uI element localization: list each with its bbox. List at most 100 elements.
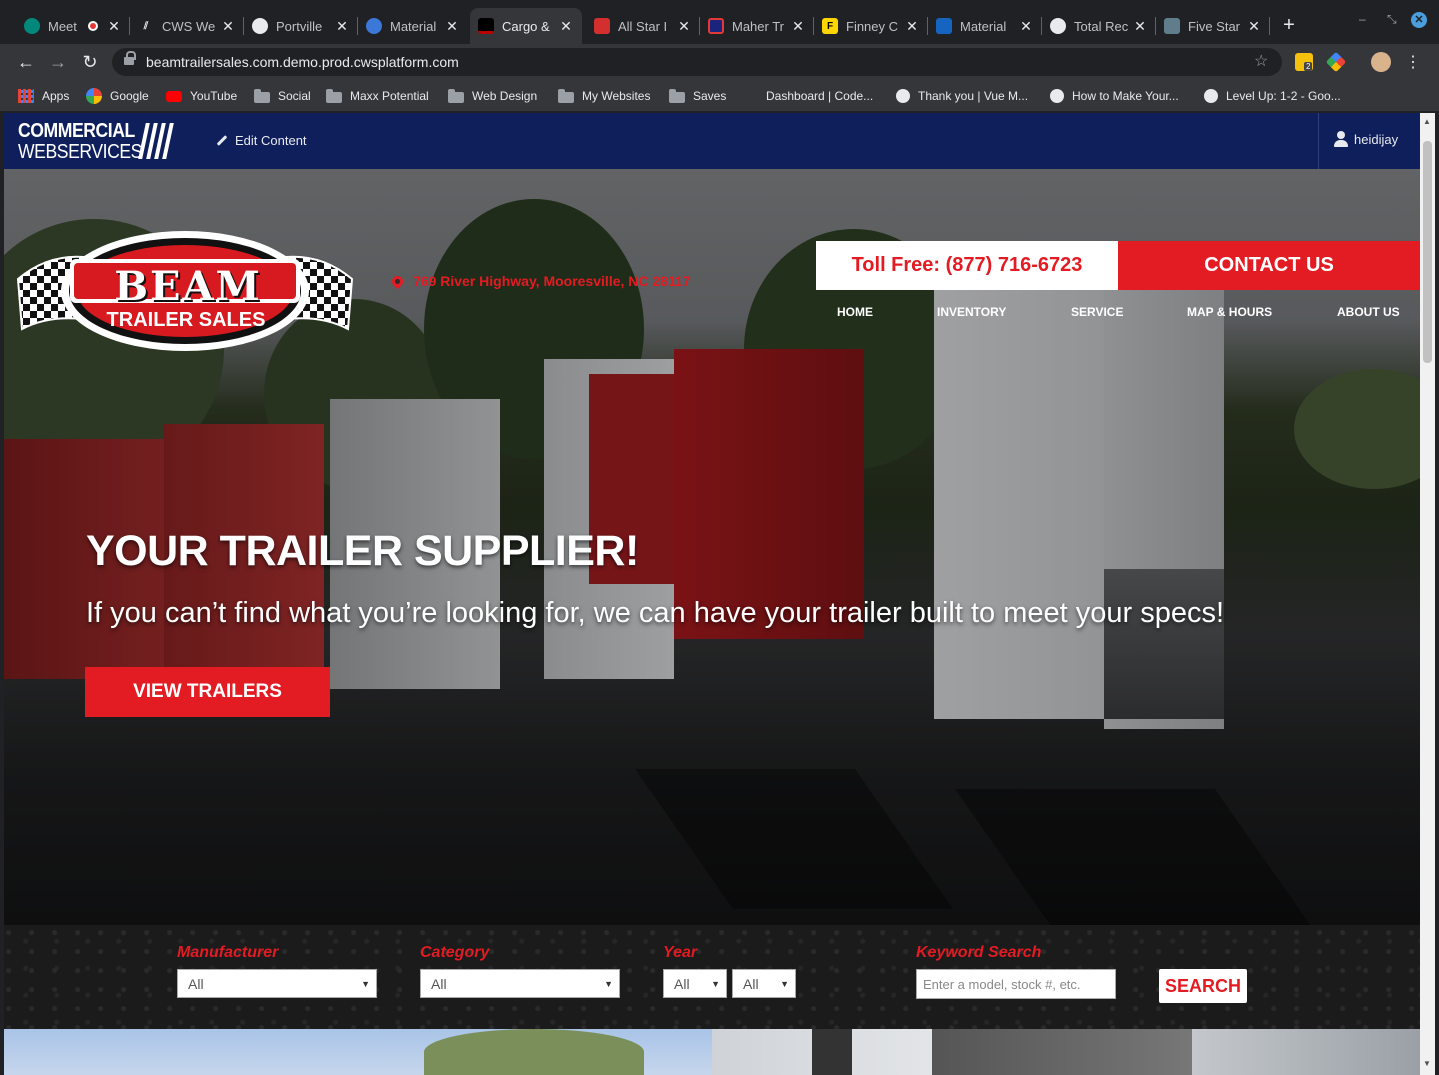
bookmark-thank-you-vue[interactable]: Thank you | Vue M...	[896, 86, 1028, 106]
folder-icon	[326, 88, 342, 103]
back-icon[interactable]: ←	[14, 50, 38, 74]
tab-material-2[interactable]: Material ✕	[928, 8, 1042, 44]
logo-subtitle: TRAILER SALES	[106, 309, 266, 331]
scroll-down-icon[interactable]: ▼	[1423, 1059, 1431, 1068]
close-tab-icon[interactable]: ✕	[1018, 18, 1034, 35]
bookmark-dashboard-codepen[interactable]: Dashboard | Code...	[742, 86, 873, 106]
fivestar-icon	[1164, 18, 1180, 34]
bookmark-web-design[interactable]: Web Design	[448, 86, 537, 106]
close-tab-icon[interactable]: ✕	[790, 18, 806, 35]
close-tab-icon[interactable]: ✕	[1246, 18, 1262, 35]
tab-fivestar[interactable]: Five Star ✕	[1156, 8, 1270, 44]
nav-service[interactable]: SERVICE	[1071, 305, 1123, 319]
nav-about-us[interactable]: ABOUT US	[1337, 305, 1400, 319]
map-pin-icon	[389, 273, 406, 289]
tab-finney[interactable]: F Finney C ✕	[814, 8, 928, 44]
forward-icon[interactable]: →	[46, 50, 70, 74]
inventory-search-bar: Manufacturer All ▼ Category All ▼ Year A…	[4, 925, 1420, 1029]
store-address[interactable]: 769 River Highway, Mooresville, NC 28117	[389, 273, 691, 289]
tab-totalrec[interactable]: Total Rec ✕	[1042, 8, 1156, 44]
bookmark-star-icon[interactable]: ☆	[1254, 51, 1268, 71]
tab-cws[interactable]: ⫽ CWS We ✕	[130, 8, 244, 44]
scrollbar-thumb[interactable]	[1423, 141, 1432, 363]
close-tab-icon[interactable]: ✕	[1132, 18, 1148, 35]
tab-portville[interactable]: Portville ✕	[244, 8, 358, 44]
close-tab-icon[interactable]: ✕	[676, 18, 692, 35]
view-trailers-button[interactable]: VIEW TRAILERS	[85, 667, 330, 717]
reload-icon[interactable]: ↻	[78, 50, 102, 74]
equipment-image	[812, 1029, 852, 1075]
url-text[interactable]: beamtrailersales.com.demo.prod.cwsplatfo…	[146, 54, 459, 70]
bookmark-apps[interactable]: Apps	[18, 86, 69, 106]
cargo-icon	[478, 18, 494, 34]
browser-menu-icon[interactable]: ⋮	[1405, 52, 1421, 72]
minimize-icon[interactable]: ‒	[1359, 12, 1366, 26]
tab-meet[interactable]: Meet ✕	[16, 8, 130, 44]
tab-allstar[interactable]: All Star I ✕	[586, 8, 700, 44]
close-tab-icon[interactable]: ✕	[904, 18, 920, 35]
pencil-icon	[216, 135, 228, 146]
close-tab-icon[interactable]: ✕	[334, 18, 350, 35]
nav-home[interactable]: HOME	[837, 305, 873, 319]
bookmark-saves[interactable]: Saves	[669, 86, 726, 106]
bookmark-maxx-potential[interactable]: Maxx Potential	[326, 86, 429, 106]
nav-inventory[interactable]: INVENTORY	[937, 305, 1006, 319]
search-button[interactable]: SEARCH	[1159, 969, 1247, 1003]
page-scrollbar[interactable]: ▲ ▼	[1420, 113, 1435, 1075]
keyword-search-input[interactable]: Enter a model, stock #, etc.	[916, 969, 1116, 999]
folder-icon	[669, 88, 685, 103]
bookmark-social[interactable]: Social	[254, 86, 311, 106]
keyword-search-label: Keyword Search	[916, 944, 1042, 961]
featured-image-left[interactable]	[4, 1029, 712, 1075]
dropdown-caret-icon: ▼	[780, 979, 789, 989]
tab-material[interactable]: Material ✕	[358, 8, 468, 44]
bookmark-how-to-make[interactable]: How to Make Your...	[1050, 86, 1179, 106]
hero-headline: YOUR TRAILER SUPPLIER!	[86, 527, 639, 575]
globe-icon	[1050, 89, 1064, 103]
google-icon	[86, 88, 102, 104]
contact-us-button[interactable]: CONTACT US	[1118, 241, 1420, 290]
globe-icon	[252, 18, 268, 34]
bookmark-my-websites[interactable]: My Websites	[558, 86, 650, 106]
bookmark-level-up[interactable]: Level Up: 1-2 - Goo...	[1204, 86, 1341, 106]
featured-image-right[interactable]	[712, 1029, 1420, 1075]
extension-icon[interactable]: 2	[1295, 53, 1313, 71]
scroll-up-icon[interactable]: ▲	[1423, 117, 1431, 126]
close-tab-icon[interactable]: ✕	[558, 18, 574, 35]
divider	[1318, 113, 1319, 169]
new-tab-button[interactable]: +	[1279, 14, 1299, 36]
nav-map-hours[interactable]: MAP & HOURS	[1187, 305, 1272, 319]
toll-free-phone-button[interactable]: Toll Free: (877) 716-6723	[816, 241, 1118, 290]
close-tab-icon[interactable]: ✕	[106, 18, 122, 35]
hero-subheadline: If you can’t find what you’re looking fo…	[86, 597, 1225, 629]
main-navigation: HOME INVENTORY SERVICE MAP & HOURS ABOUT…	[816, 305, 1420, 321]
user-menu[interactable]: heidijay	[1334, 131, 1398, 147]
edit-content-button[interactable]: Edit Content	[216, 133, 307, 148]
close-tab-icon[interactable]: ✕	[444, 18, 460, 35]
tab-cargo-active[interactable]: Cargo & ✕	[470, 8, 582, 44]
bookmark-google[interactable]: Google	[86, 86, 149, 106]
tab-maher[interactable]: Maher Tr ✕	[700, 8, 814, 44]
extension-badge: 2	[1304, 62, 1313, 71]
cms-admin-bar: COMMERCIAL WEBSERVICES Edit Content heid…	[4, 113, 1420, 169]
cws-icon: ⫽	[143, 20, 149, 32]
bookmark-youtube[interactable]: YouTube	[166, 86, 237, 106]
color-extension-icon[interactable]	[1325, 51, 1347, 73]
window-close-icon[interactable]: ✕	[1411, 12, 1427, 28]
year-from-select[interactable]: All ▼	[663, 969, 727, 998]
dropdown-caret-icon: ▼	[361, 979, 370, 989]
manufacturer-select[interactable]: All ▼	[177, 969, 377, 998]
browser-tab-strip: Meet ✕ ⫽ CWS We ✕ Portville ✕ Material ✕…	[0, 0, 1439, 44]
lock-icon	[124, 51, 136, 67]
category-select[interactable]: All ▼	[420, 969, 620, 998]
close-tab-icon[interactable]: ✕	[220, 18, 236, 35]
material-icon	[936, 18, 952, 34]
maximize-icon[interactable]: ⤡	[1387, 12, 1397, 27]
address-bar[interactable]: beamtrailersales.com.demo.prod.cwsplatfo…	[112, 48, 1282, 76]
globe-icon	[1204, 89, 1218, 103]
manufacturer-label: Manufacturer	[177, 944, 279, 961]
profile-avatar[interactable]	[1371, 52, 1391, 72]
apps-icon	[18, 89, 34, 103]
globe-icon	[1050, 18, 1066, 34]
year-to-select[interactable]: All ▼	[732, 969, 796, 998]
